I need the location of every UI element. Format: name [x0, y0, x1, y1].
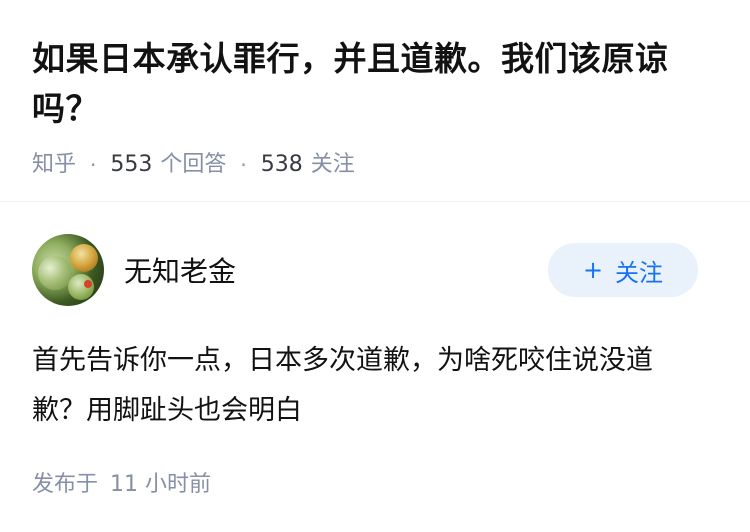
- avatar-bead: [38, 256, 72, 290]
- question-meta: 知乎 · 553 个回答 · 538 关注: [32, 150, 718, 180]
- follow-button[interactable]: + 关注: [548, 243, 698, 297]
- follower-count-label: 关注: [310, 152, 355, 177]
- plus-icon: +: [582, 256, 604, 284]
- answer-content[interactable]: 首先告诉你一点，日本多次道歉，为啥死咬住说没道歉？用脚趾头也会明白: [32, 336, 694, 436]
- answer-count: 553: [110, 152, 153, 177]
- follower-count: 538: [260, 152, 303, 177]
- avatar-spot: [84, 280, 92, 288]
- page: 如果日本承认罪行，并且道歉。我们该原谅吗？ 知乎 · 553 个回答 · 538…: [0, 0, 750, 532]
- answer-timestamp: 发布于 11 小时前: [32, 466, 718, 498]
- author-name[interactable]: 无知老金: [124, 250, 548, 290]
- avatar-bead: [70, 244, 98, 272]
- question-header: 如果日本承认罪行，并且道歉。我们该原谅吗？ 知乎 · 553 个回答 · 538…: [0, 0, 750, 202]
- answer-card: 无知老金 + 关注 首先告诉你一点，日本多次道歉，为啥死咬住说没道歉？用脚趾头也…: [0, 202, 750, 498]
- question-title[interactable]: 如果日本承认罪行，并且道歉。我们该原谅吗？: [32, 34, 718, 134]
- published-time: 11 小时前: [110, 472, 212, 497]
- separator-dot: ·: [240, 153, 247, 177]
- published-label: 发布于: [32, 472, 99, 497]
- source-label[interactable]: 知乎: [32, 150, 76, 180]
- avatar[interactable]: [32, 234, 104, 306]
- follow-button-label: 关注: [615, 258, 664, 287]
- author-row: 无知老金 + 关注: [32, 232, 718, 308]
- separator-dot: ·: [90, 153, 97, 177]
- answer-count-label[interactable]: 个回答: [160, 150, 226, 180]
